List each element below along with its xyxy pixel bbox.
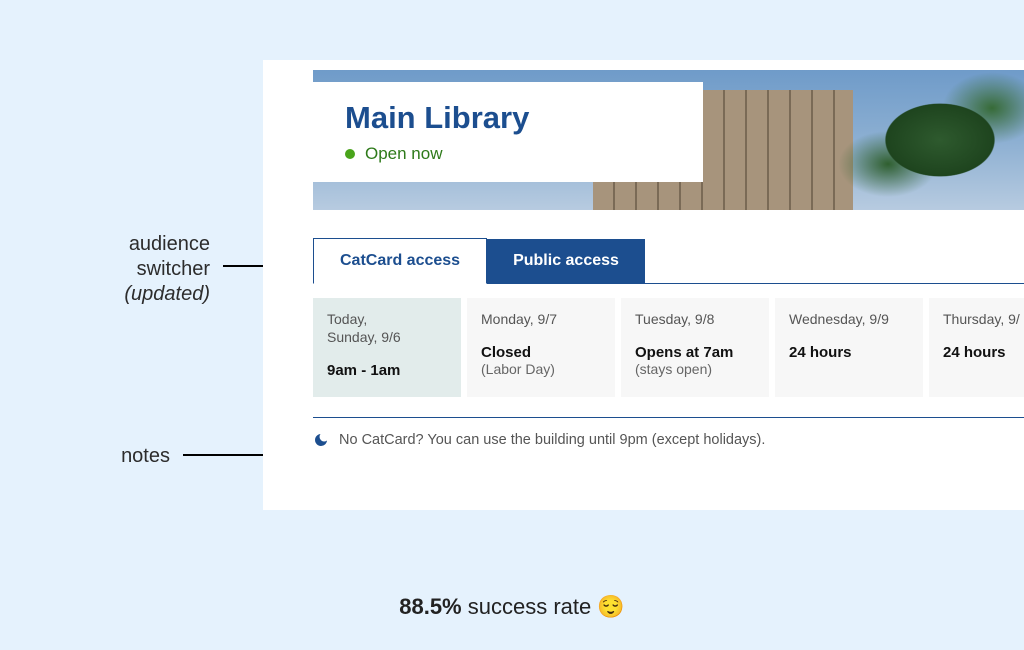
page-title: Main Library [345,100,655,136]
day-sub: (Labor Day) [481,361,601,377]
status-text: Open now [365,144,443,164]
caption: 88.5% success rate 😌 [0,594,1024,620]
day-hours: Closed [481,344,601,361]
hero-palm [784,70,1024,210]
day-card: Thursday, 9/ 24 hours [929,298,1024,397]
caption-emoji: 😌 [597,594,624,619]
notes-row: No CatCard? You can use the building unt… [313,417,1024,448]
day-label: Thursday, 9/ [943,310,1024,328]
day-hours: Opens at 7am [635,344,755,361]
tab-public[interactable]: Public access [487,239,645,283]
day-label: Tuesday, 9/8 [635,310,755,328]
day-sub: (stays open) [635,361,755,377]
day-hours: 24 hours [789,344,909,361]
day-hours: 9am - 1am [327,362,447,379]
annotation-subtext: (updated) [124,283,210,305]
caption-text: success rate [462,594,598,619]
open-status: Open now [345,144,655,164]
caption-percent: 88.5% [399,594,461,619]
day-label: Wednesday, 9/9 [789,310,909,328]
annotation-switcher: audience switcher (updated) [10,232,210,307]
annotation-text: audience [129,233,210,255]
annotation-text: switcher [137,258,210,280]
day-hours: 24 hours [943,344,1024,361]
library-card: Main Library Open now CatCard access Pub… [263,60,1024,510]
day-card: Tuesday, 9/8 Opens at 7am (stays open) [621,298,769,397]
title-panel: Main Library Open now [313,82,703,182]
notes-text: No CatCard? You can use the building unt… [339,432,765,448]
day-card: Wednesday, 9/9 24 hours [775,298,923,397]
hours-strip: Today, Sunday, 9/6 9am - 1am Monday, 9/7… [313,298,1024,397]
status-dot-icon [345,149,355,159]
annotation-text: notes [121,445,170,467]
audience-switcher: CatCard access Public access [313,238,1024,284]
day-label: Monday, 9/7 [481,310,601,328]
day-card: Today, Sunday, 9/6 9am - 1am [313,298,461,397]
tab-catcard[interactable]: CatCard access [313,238,487,284]
day-label: Today, Sunday, 9/6 [327,310,447,346]
moon-icon [313,432,329,448]
annotation-notes: notes [10,444,170,469]
day-card: Monday, 9/7 Closed (Labor Day) [467,298,615,397]
hero-banner: Main Library Open now [313,70,1024,210]
